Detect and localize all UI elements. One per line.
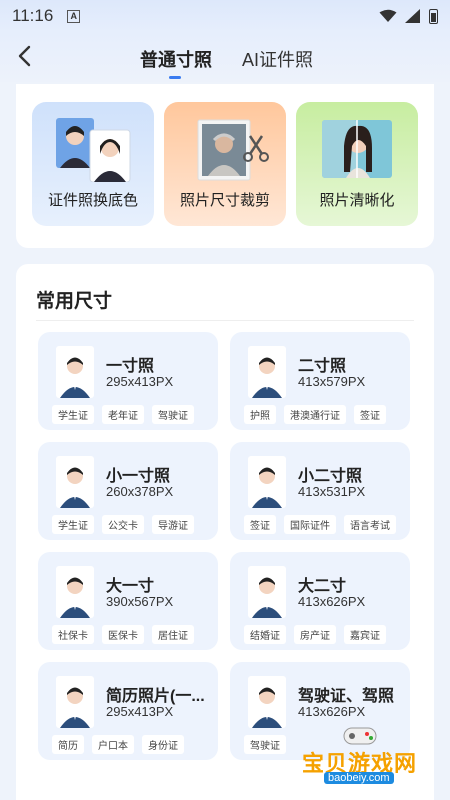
size-px: 390x567PX	[106, 594, 174, 609]
size-px: 295x413PX	[106, 374, 174, 389]
size-px: 413x626PX	[298, 704, 366, 719]
size-item-3[interactable]: 小一寸照 260x378PX 学生证 公交卡 导游证	[38, 442, 218, 540]
tag: 简历	[52, 735, 84, 754]
avatar-icon	[248, 676, 286, 728]
watermark-logo: 宝贝游戏网 baobeiy.com	[300, 720, 420, 784]
size-px: 413x531PX	[298, 484, 366, 499]
size-name: 简历照片(一...	[106, 688, 205, 705]
size-item-6[interactable]: 大二寸 413x626PX 结婚证 房产证 嘉宾证	[230, 552, 410, 650]
tag: 驾驶证	[152, 405, 194, 424]
wifi-icon	[379, 9, 397, 22]
status-bar: 11:16 A	[0, 0, 450, 32]
tag: 医保卡	[102, 625, 144, 644]
id-photo-icon	[56, 118, 131, 183]
avatar-icon	[248, 566, 286, 618]
avatar-icon	[56, 456, 94, 508]
size-item-1[interactable]: 一寸照 295x413PX 学生证 老年证 驾驶证	[38, 332, 218, 430]
size-item-2[interactable]: 二寸照 413x579PX 护照 港澳通行证 签证	[230, 332, 410, 430]
tag: 导游证	[152, 515, 194, 534]
tag: 居住证	[152, 625, 194, 644]
size-item-4[interactable]: 小二寸照 413x531PX 签证 国际证件 语言考试	[230, 442, 410, 540]
tag: 学生证	[52, 515, 94, 534]
tag: 结婚证	[244, 625, 286, 644]
tab-normal-photo[interactable]: 普通寸照	[140, 46, 212, 72]
tag: 驾驶证	[244, 735, 286, 754]
watermark-url: baobeiy.com	[324, 772, 394, 784]
size-px: 260x378PX	[106, 484, 174, 499]
tag: 公交卡	[102, 515, 144, 534]
back-arrow-icon[interactable]	[14, 44, 38, 68]
size-name: 二寸照	[298, 358, 347, 375]
feature-card: 证件照换底色 照片尺寸裁剪 照片清晰化	[16, 84, 434, 248]
size-name: 驾驶证、驾照	[298, 688, 395, 705]
tag: 户口本	[92, 735, 134, 754]
tag: 护照	[244, 405, 276, 424]
tag: 签证	[354, 405, 386, 424]
tag: 身份证	[142, 735, 184, 754]
feature-label: 照片尺寸裁剪	[179, 192, 270, 209]
size-px: 413x626PX	[298, 594, 366, 609]
feature-change-background[interactable]: 证件照换底色	[32, 102, 154, 226]
enhance-icon	[322, 120, 392, 178]
avatar-icon	[56, 676, 94, 728]
feature-crop-size[interactable]: 照片尺寸裁剪	[164, 102, 286, 226]
size-name: 一寸照	[106, 358, 155, 375]
tag: 语言考试	[344, 515, 396, 534]
clock: 11:16	[12, 6, 54, 25]
feature-label: 照片清晰化	[319, 192, 395, 209]
size-px: 413x579PX	[298, 374, 366, 389]
size-name: 小二寸照	[298, 468, 363, 485]
size-item-5[interactable]: 大一寸 390x567PX 社保卡 医保卡 居住证	[38, 552, 218, 650]
header: 普通寸照 AI证件照	[0, 32, 450, 82]
tag: 学生证	[52, 405, 94, 424]
feature-enhance[interactable]: 照片清晰化	[296, 102, 418, 226]
notification-a-icon: A	[67, 9, 81, 23]
signal-icon	[405, 9, 420, 23]
size-item-7[interactable]: 简历照片(一... 295x413PX 简历 户口本 身份证	[38, 662, 218, 760]
size-px: 295x413PX	[106, 704, 174, 719]
battery-icon	[429, 8, 438, 24]
tag: 国际证件	[284, 515, 336, 534]
tag: 社保卡	[52, 625, 94, 644]
feature-label: 证件照换底色	[47, 192, 138, 209]
size-name: 小一寸照	[106, 468, 171, 485]
tag: 签证	[244, 515, 276, 534]
divider	[36, 320, 414, 321]
tag: 港澳通行证	[284, 405, 346, 424]
tab-ai-photo[interactable]: AI证件照	[242, 46, 313, 72]
tab-indicator	[169, 76, 181, 79]
avatar-icon	[56, 346, 94, 398]
avatar-icon	[56, 566, 94, 618]
avatar-icon	[248, 346, 286, 398]
tag: 房产证	[294, 625, 336, 644]
crop-scissors-icon	[197, 119, 269, 181]
size-name: 大二寸	[298, 578, 347, 595]
tag: 老年证	[102, 405, 144, 424]
tag: 嘉宾证	[344, 625, 386, 644]
size-name: 大一寸	[106, 578, 155, 595]
section-title: 常用尺寸	[36, 291, 113, 312]
avatar-icon	[248, 456, 286, 508]
